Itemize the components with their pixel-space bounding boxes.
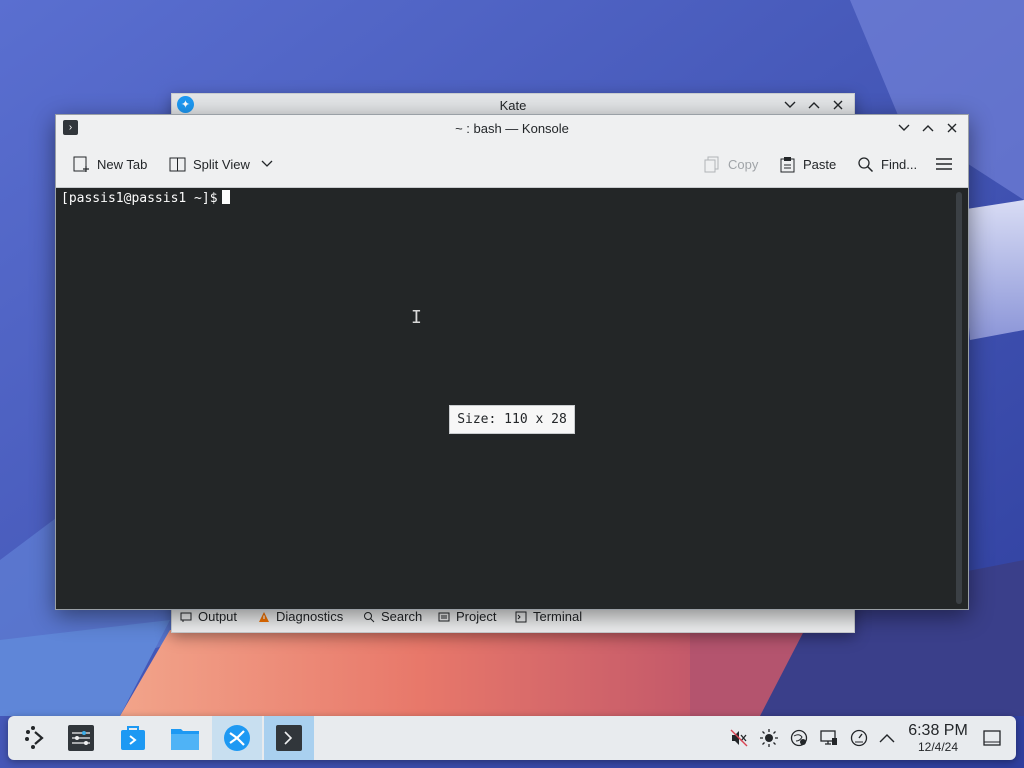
terminal-cursor [221, 190, 230, 204]
maximize-icon[interactable] [918, 117, 938, 139]
tab-terminal[interactable]: Terminal [515, 609, 582, 624]
tab-output[interactable]: Output [180, 609, 237, 624]
konsole-toolbar: New Tab Split View Copy Paste Find... [56, 141, 968, 188]
minimize-icon[interactable] [894, 117, 914, 139]
terminal-view[interactable]: [passis1@passis1 ~]$ I Size: 110 x 28 [56, 188, 968, 609]
discover-icon [121, 726, 145, 750]
tab-terminal-label: Terminal [533, 609, 583, 624]
system-settings-icon [68, 725, 94, 751]
find-button[interactable]: Find... [857, 152, 917, 176]
minimize-icon[interactable] [780, 94, 800, 116]
clock[interactable]: 6:38 PM 12/4/24 [905, 722, 971, 754]
tab-search[interactable]: Search [363, 609, 422, 624]
kate-titlebar[interactable]: ✦ Kate [172, 94, 854, 116]
new-tab-label: New Tab [97, 156, 148, 172]
find-label: Find... [881, 156, 918, 172]
brightness-icon[interactable] [758, 727, 780, 749]
terminal-prompt: [passis1@passis1 ~]$ [61, 190, 230, 206]
tab-diagnostics[interactable]: Diagnostics [258, 609, 343, 624]
konsole-titlebar[interactable]: › ~ : bash — Konsole [56, 115, 968, 141]
hamburger-menu-icon [936, 158, 952, 170]
konsole-task[interactable] [264, 716, 314, 760]
tab-project-label: Project [456, 609, 497, 624]
show-desktop-icon[interactable] [981, 727, 1003, 749]
copy-icon [704, 156, 719, 172]
project-icon [438, 612, 450, 621]
volume-muted-icon[interactable] [728, 727, 750, 749]
paste-label: Paste [803, 156, 837, 172]
dolphin-icon [171, 729, 199, 750]
search-icon [364, 611, 375, 622]
search-icon [858, 156, 874, 172]
tab-output-label: Output [198, 609, 238, 624]
konsole-window-title: ~ : bash — Konsole [455, 121, 569, 136]
new-tab-icon [73, 156, 89, 172]
copy-label: Copy [728, 156, 759, 172]
prompt-text: [passis1@passis1 ~]$ [61, 191, 218, 206]
tab-diagnostics-label: Diagnostics [276, 609, 344, 624]
kate-task[interactable] [212, 716, 262, 760]
split-view-label: Split View [193, 156, 250, 172]
taskbar: 6:38 PM 12/4/24 [8, 716, 1016, 760]
konsole-icon [276, 725, 302, 751]
updates-icon[interactable] [848, 727, 870, 749]
text-cursor-icon: I [411, 307, 422, 328]
output-icon [180, 612, 192, 622]
terminal-icon [515, 611, 527, 622]
app-launcher-icon [25, 726, 44, 749]
new-tab-button[interactable]: New Tab [73, 152, 147, 176]
tab-search-label: Search [381, 609, 423, 624]
discover-task[interactable] [108, 716, 158, 760]
network-icon[interactable] [788, 727, 810, 749]
kate-icon [224, 725, 250, 751]
clock-date: 12/4/24 [917, 740, 959, 754]
split-view-button[interactable]: Split View [169, 152, 273, 176]
chevron-down-icon[interactable] [261, 160, 273, 168]
split-view-icon [169, 157, 186, 171]
tray-expand-icon[interactable] [876, 727, 898, 749]
tab-project[interactable]: Project [438, 609, 496, 624]
dolphin-task[interactable] [160, 716, 210, 760]
close-icon[interactable] [942, 117, 962, 139]
clock-time: 6:38 PM [908, 722, 968, 739]
scrollbar[interactable] [956, 192, 962, 604]
size-tooltip: Size: 110 x 28 [449, 405, 575, 434]
konsole-window[interactable]: › ~ : bash — Konsole New Tab Split View … [55, 114, 969, 610]
paste-icon [780, 156, 795, 172]
copy-button[interactable]: Copy [704, 152, 758, 176]
close-icon[interactable] [828, 94, 848, 116]
display-icon[interactable] [818, 727, 840, 749]
app-launcher-button[interactable] [10, 716, 60, 760]
warning-icon [259, 611, 269, 622]
kate-window-title: Kate [499, 98, 527, 113]
paste-button[interactable]: Paste [779, 152, 836, 176]
maximize-icon[interactable] [804, 94, 824, 116]
hamburger-menu-button[interactable] [935, 152, 953, 176]
system-settings-task[interactable] [56, 716, 106, 760]
